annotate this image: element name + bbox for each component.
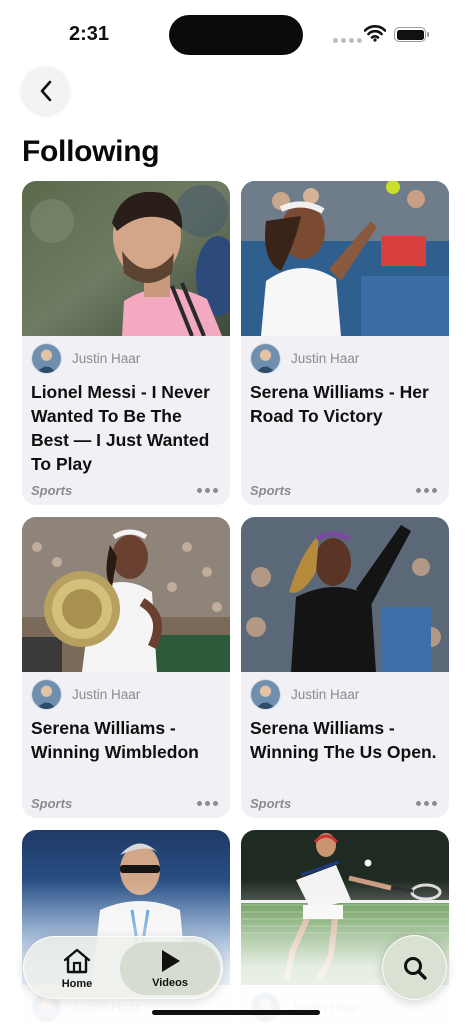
- messi-photo: [22, 181, 230, 336]
- status-time: 2:31: [69, 23, 110, 45]
- author-row[interactable]: Justin Haar: [250, 342, 449, 374]
- category-label: Sports: [250, 482, 292, 498]
- tab-home-label: Home: [61, 978, 93, 990]
- card-footer: Sports: [31, 795, 218, 811]
- category-label: Sports: [31, 482, 73, 498]
- article-card[interactable]: Justin Haar Serena Williams - Winning Th…: [241, 517, 449, 818]
- tab-videos[interactable]: Videos: [120, 942, 220, 995]
- search-icon: [403, 956, 427, 980]
- chevron-left-icon: [40, 80, 51, 101]
- avatar: [31, 342, 62, 374]
- wifi-icon: [364, 25, 386, 42]
- author-row[interactable]: Justin Haar: [31, 342, 230, 374]
- tab-home[interactable]: Home: [30, 942, 124, 995]
- avatar: [31, 678, 62, 710]
- article-headline: Serena Williams - Winning The Us Open.: [250, 718, 437, 762]
- author-name: Justin Haar: [291, 686, 360, 702]
- ellipsis-icon[interactable]: [197, 487, 218, 493]
- avatar: [250, 678, 281, 710]
- signal-dots-icon: [333, 38, 362, 43]
- author-name: Justin Haar: [72, 686, 141, 702]
- back-button[interactable]: [22, 67, 69, 114]
- card-footer: Sports: [31, 482, 218, 498]
- avatar: [250, 342, 281, 374]
- house-icon: [63, 948, 91, 974]
- author-row[interactable]: Justin Haar: [31, 678, 230, 710]
- tab-videos-label: Videos: [152, 977, 188, 989]
- ellipsis-icon[interactable]: [416, 800, 437, 806]
- author-name: Justin Haar: [291, 350, 360, 366]
- serena-serve-photo: [241, 181, 449, 336]
- article-card[interactable]: Justin Haar Lionel Messi - I Never Wante…: [22, 181, 230, 505]
- status-bar: 2:31: [0, 0, 471, 70]
- card-footer: Sports: [250, 482, 437, 498]
- card-footer: Sports: [250, 795, 437, 811]
- avatar: [250, 991, 281, 1023]
- dynamic-island: [169, 15, 303, 55]
- ellipsis-icon[interactable]: [416, 487, 437, 493]
- ellipsis-icon[interactable]: [197, 800, 218, 806]
- article-headline: Lionel Messi - I Never Wanted To Be The …: [31, 382, 210, 474]
- play-icon: [162, 950, 180, 972]
- tab-bar: Home Videos: [23, 936, 223, 999]
- article-card[interactable]: Justin Haar Serena Williams - Winning Wi…: [22, 517, 230, 818]
- category-label: Sports: [250, 795, 292, 811]
- article-headline: Serena Williams - Her Road To Victory: [250, 382, 429, 426]
- serena-trophy-photo: [22, 517, 230, 672]
- author-name: Justin Haar: [72, 999, 141, 1015]
- search-button[interactable]: [382, 935, 447, 1000]
- article-card[interactable]: Justin Haar Serena Williams - Her Road T…: [241, 181, 449, 505]
- author-name: Justin Haar: [72, 350, 141, 366]
- page-title: Following: [22, 135, 160, 168]
- serena-usopen-photo: [241, 517, 449, 672]
- author-row[interactable]: Justin Haar: [250, 678, 449, 710]
- article-headline: Serena Williams - Winning Wimbledon: [31, 718, 199, 762]
- battery-icon: [394, 27, 429, 42]
- home-indicator: [152, 1010, 320, 1015]
- category-label: Sports: [31, 795, 73, 811]
